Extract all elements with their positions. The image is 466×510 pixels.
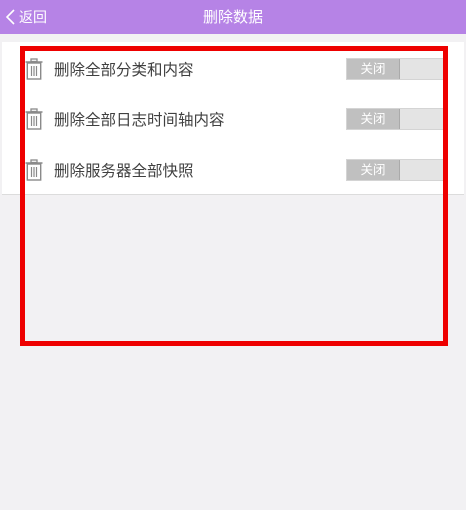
toggle-delete-categories[interactable]: 关闭 [346,58,444,80]
row-label: 删除全部日志时间轴内容 [54,111,225,129]
toggle-delete-snapshots[interactable]: 关闭 [346,159,444,181]
row-label: 删除服务器全部快照 [54,162,194,180]
row-label: 删除全部分类和内容 [54,61,194,79]
settings-card: 删除全部分类和内容 关闭 删除全部日志时间轴内容 关闭 删除服务器全部快照 关闭 [2,42,464,195]
row-delete-timeline: 删除全部日志时间轴内容 关闭 [2,94,464,144]
trash-icon [25,159,43,181]
toggle-label: 关闭 [347,160,400,180]
row-delete-categories: 删除全部分类和内容 关闭 [2,44,464,94]
trash-icon [25,58,43,80]
toggle-label: 关闭 [347,109,400,129]
toggle-label: 关闭 [347,59,400,79]
page-title: 删除数据 [202,8,263,26]
trash-icon [25,108,43,130]
row-delete-snapshots: 删除服务器全部快照 关闭 [2,145,464,195]
toggle-delete-timeline[interactable]: 关闭 [346,108,444,130]
nav-bar: 返回 删除数据 [0,0,466,34]
